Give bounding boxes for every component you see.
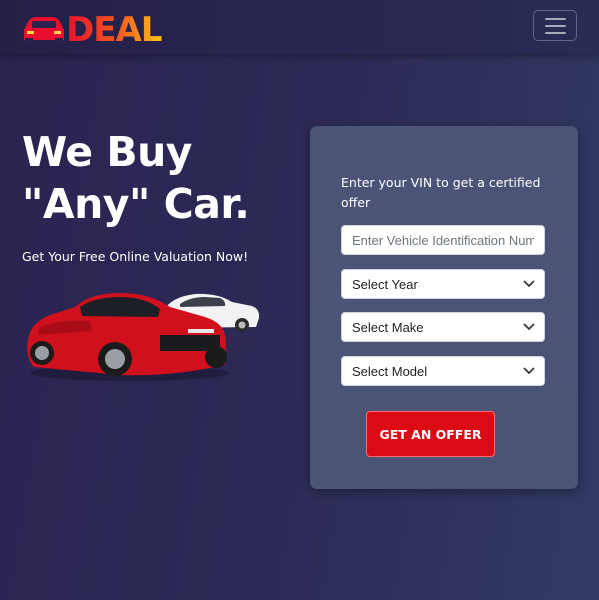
brand-logo[interactable]: DEAL: [22, 8, 182, 46]
hero-subtitle: Get Your Free Online Valuation Now!: [22, 249, 249, 264]
hamburger-menu-icon[interactable]: [533, 10, 577, 41]
chevron-down-icon: [523, 367, 535, 375]
page-title: We Buy "Any" Car.: [22, 126, 250, 230]
logo-text: DEAL: [66, 10, 162, 46]
form-title: Enter your VIN to get a certified offer: [341, 175, 541, 210]
offer-form-card: Enter your VIN to get a certified offer …: [310, 126, 578, 489]
chevron-down-icon: [523, 323, 535, 331]
chevron-down-icon: [523, 280, 535, 288]
vin-input[interactable]: [342, 226, 544, 254]
make-select[interactable]: Select Make: [341, 312, 545, 342]
model-select-value: Select Model: [352, 364, 428, 379]
year-select-value: Select Year: [352, 277, 418, 292]
year-select[interactable]: Select Year: [341, 269, 545, 299]
vin-field[interactable]: [341, 225, 545, 255]
make-select-value: Select Make: [352, 320, 424, 335]
model-select[interactable]: Select Model: [341, 356, 545, 386]
cars-image: [27, 293, 260, 381]
car-icon: [24, 17, 64, 42]
title-line-1: We Buy: [22, 128, 193, 176]
title-line-2: "Any" Car.: [22, 180, 250, 228]
get-offer-button[interactable]: GET AN OFFER: [366, 411, 495, 457]
navbar: DEAL: [0, 0, 599, 54]
